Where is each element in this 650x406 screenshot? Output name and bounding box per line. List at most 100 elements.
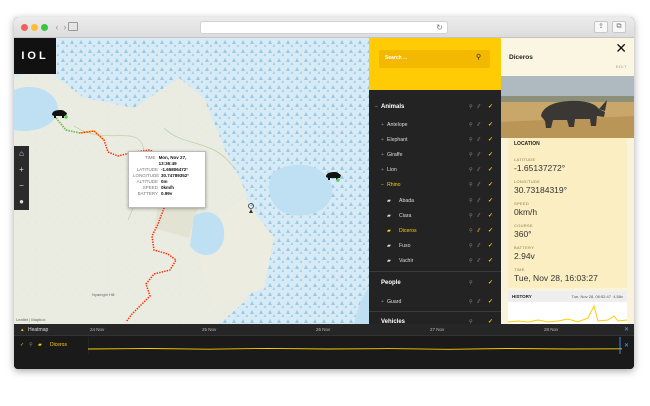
pin-icon[interactable]: ⚲	[469, 280, 473, 286]
map-attribution[interactable]: Leaflet | Mapbox	[16, 317, 46, 322]
rhino-icon: ▰	[387, 213, 391, 219]
tooltip-row: Time Mon, Nov 27, 13:36:49	[144, 155, 187, 166]
pin-icon[interactable]: ⚲	[469, 299, 473, 305]
track-icon[interactable]: ⁄⁄	[478, 167, 480, 173]
history-title: HISTORY	[512, 294, 532, 299]
expand-icon[interactable]: +	[381, 152, 384, 158]
pin-icon[interactable]: ⚲	[469, 228, 473, 234]
tabs-icon[interactable]: ⧉	[612, 21, 626, 33]
sidebar-item-giraffe[interactable]: + Giraffe ⚲ ⁄⁄ ✓	[369, 148, 501, 164]
history-header: HISTORY Tue, Nov 28, 06:52:47 4.58v	[508, 291, 627, 302]
track-icon[interactable]: ⁄⁄	[478, 258, 480, 264]
pin-icon[interactable]: ⚲	[469, 122, 473, 128]
share-icon[interactable]: ⇪	[594, 21, 608, 33]
map-tools: ⌂ + − ●	[14, 146, 29, 210]
visible-check-icon[interactable]: ✓	[488, 227, 493, 234]
close-icon[interactable]: ✕	[624, 326, 629, 333]
visible-check-icon[interactable]: ✓	[488, 242, 493, 249]
zoom-in-icon[interactable]: +	[14, 162, 29, 178]
visible-check-icon[interactable]: ✓	[488, 181, 493, 188]
close-window-button[interactable]	[21, 24, 28, 31]
pin-icon[interactable]: ⚲	[469, 198, 473, 204]
pin-icon[interactable]: ⚲	[469, 152, 473, 158]
edit-button[interactable]: EDIT	[616, 64, 627, 69]
group-animals[interactable]: − Animals ⚲ ⁄⁄ ✓	[369, 100, 501, 116]
pin-icon[interactable]: ⚲	[29, 342, 33, 348]
visible-check-icon[interactable]: ✓	[488, 279, 493, 286]
search-input[interactable]: Search ... ⚲	[379, 50, 490, 68]
search-icon[interactable]: ⚲	[476, 54, 484, 62]
expand-icon[interactable]: +	[381, 299, 384, 305]
group-people[interactable]: People ⚲ ✓	[369, 276, 501, 292]
pin-icon[interactable]: ⚲	[469, 243, 473, 249]
pin-icon[interactable]: ⚲	[469, 213, 473, 219]
collapse-icon[interactable]: −	[375, 104, 378, 110]
maximize-window-button[interactable]	[41, 24, 48, 31]
locate-icon[interactable]: ●	[14, 194, 29, 210]
pin-icon[interactable]: ⚲	[469, 182, 473, 188]
list-item-ciara[interactable]: ▰ Ciara ⚲ ⁄⁄ ✓	[369, 209, 501, 225]
peak-label: Nyamghi Hill	[92, 292, 115, 297]
sidebar-item-elephant[interactable]: + Elephant ⚲ ⁄⁄ ✓	[369, 133, 501, 149]
check-icon[interactable]: ✓	[20, 342, 24, 348]
track-icon[interactable]: ⁄⁄	[478, 243, 480, 249]
sidebar-item-rhino[interactable]: − Rhino ⚲ ⁄⁄ ✓	[369, 178, 501, 194]
latitude-value: -1.65137272°	[514, 163, 566, 173]
visible-check-icon[interactable]: ✓	[488, 103, 493, 110]
rhino-icon: ▰	[387, 243, 391, 249]
history-meta: Tue, Nov 28, 06:52:47 4.58v	[571, 294, 623, 299]
sidebar-item-lion[interactable]: + Lion ⚲ ⁄⁄ ✓	[369, 163, 501, 179]
pin-icon[interactable]: ⚲	[469, 167, 473, 173]
pin-icon[interactable]: ⚲	[469, 104, 473, 110]
chart-icon: ▴	[21, 327, 24, 333]
pin-icon[interactable]: ⚲	[469, 258, 473, 264]
track-icon[interactable]: ⁄⁄	[478, 152, 480, 158]
battery-label: Battery	[514, 245, 535, 250]
track-icon[interactable]: ⁄⁄	[478, 213, 480, 219]
track-icon[interactable]: ⁄⁄	[478, 182, 480, 188]
expand-icon[interactable]: +	[381, 137, 384, 143]
reload-icon[interactable]: ↻	[436, 23, 443, 33]
latitude-label: Latitude	[514, 157, 536, 162]
zoom-out-icon[interactable]: −	[14, 178, 29, 194]
expand-icon[interactable]: +	[381, 122, 384, 128]
track-icon[interactable]: ⁄⁄	[478, 104, 480, 110]
map-view[interactable]: IOL ⌂ + − ● Time Mon, Nov 27, 13:36:49 La…	[14, 38, 369, 324]
sidebar-item-guard[interactable]: + Guard ⚲ ⁄⁄ ✓	[369, 295, 501, 311]
track-icon[interactable]: ⁄⁄	[478, 228, 480, 234]
track-icon[interactable]: ⁄⁄	[478, 299, 480, 305]
rhino-icon: ▰	[387, 228, 391, 234]
list-item-vachir[interactable]: ▰ Vachir ⚲ ⁄⁄ ✓	[369, 254, 501, 270]
list-item-diceros[interactable]: ▰ Diceros ⚲ ⁄⁄ ✓	[369, 224, 501, 240]
visible-check-icon[interactable]: ✓	[488, 197, 493, 204]
app-logo[interactable]: IOL	[14, 38, 56, 74]
home-icon[interactable]: ⌂	[14, 146, 29, 162]
minimize-window-button[interactable]	[31, 24, 38, 31]
visible-check-icon[interactable]: ✓	[488, 151, 493, 158]
collapse-icon[interactable]: −	[381, 182, 384, 188]
timeline[interactable]: ▴ Heatmap 24 Nov 25 Nov 26 Nov 27 Nov 28…	[14, 324, 634, 369]
visible-check-icon[interactable]: ✓	[488, 298, 493, 305]
detail-header: Diceros ✕ EDIT	[501, 38, 634, 76]
track-icon[interactable]: ⁄⁄	[478, 198, 480, 204]
sidebar-toggle-icon[interactable]	[68, 22, 78, 31]
visible-check-icon[interactable]: ✓	[488, 166, 493, 173]
detail-title: Diceros	[509, 54, 533, 61]
track-icon[interactable]: ⁄⁄	[478, 122, 480, 128]
close-icon[interactable]: ✕	[624, 342, 629, 349]
address-bar[interactable]: ↻	[200, 21, 448, 34]
tracked-list-panel: Search ... ⚲ − Animals ⚲ ⁄⁄ ✓ + Antelope…	[369, 38, 501, 325]
timeline-date: 25 Nov	[202, 327, 217, 332]
visible-check-icon[interactable]: ✓	[488, 257, 493, 264]
track-icon[interactable]: ⁄⁄	[478, 137, 480, 143]
visible-check-icon[interactable]: ✓	[488, 121, 493, 128]
sidebar-item-antelope[interactable]: + Antelope ⚲ ⁄⁄ ✓	[369, 118, 501, 134]
expand-icon[interactable]: +	[381, 167, 384, 173]
pin-icon[interactable]: ⚲	[469, 137, 473, 143]
visible-check-icon[interactable]: ✓	[488, 136, 493, 143]
visible-check-icon[interactable]: ✓	[488, 212, 493, 219]
close-icon[interactable]: ✕	[615, 41, 627, 55]
list-item-abada[interactable]: ▰ Abada ⚲ ⁄⁄ ✓	[369, 194, 501, 210]
list-item-fuso[interactable]: ▰ Fuso ⚲ ⁄⁄ ✓	[369, 239, 501, 255]
heatmap-label[interactable]: Heatmap	[28, 327, 48, 333]
